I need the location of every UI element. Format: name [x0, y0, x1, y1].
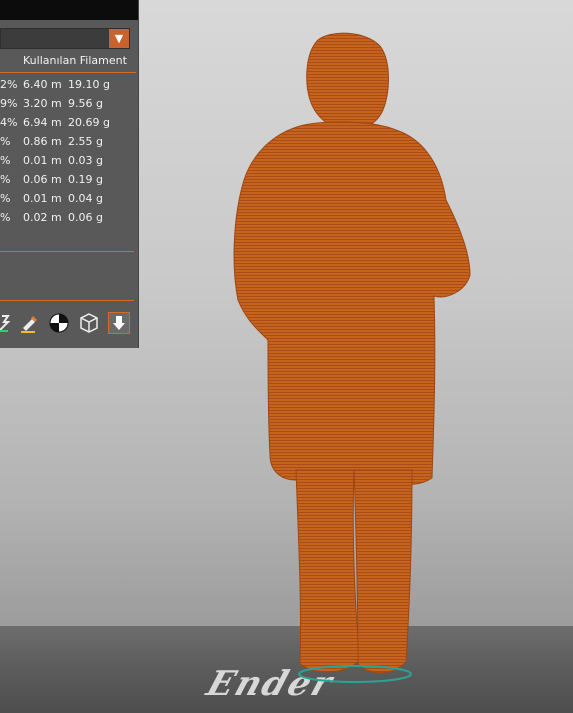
toolbar	[0, 312, 138, 336]
divider	[0, 251, 134, 252]
download-arrow-icon[interactable]	[108, 312, 130, 334]
paint-brush-icon[interactable]	[18, 312, 40, 334]
color-change-icon[interactable]	[0, 312, 14, 334]
chevron-down-icon[interactable]: ▼	[109, 29, 129, 48]
divider	[0, 72, 136, 73]
cube-outline-icon[interactable]	[78, 312, 100, 334]
view-type-dropdown[interactable]: ▼	[0, 28, 130, 49]
panel-header-bar	[0, 0, 138, 20]
seam-painting-icon[interactable]	[48, 312, 70, 334]
divider	[0, 300, 134, 301]
slice-info-panel: ▼ Kullanılan Filament 2% 6.40 m 19.10 g …	[0, 0, 139, 348]
column-header-used-filament: Kullanılan Filament	[23, 54, 127, 67]
